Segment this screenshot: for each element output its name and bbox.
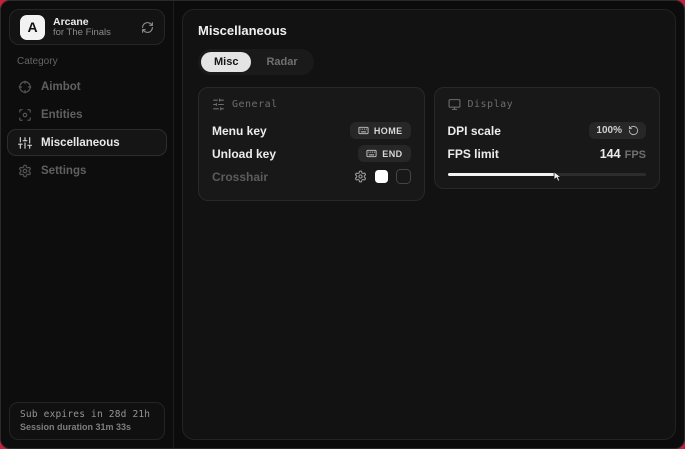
unload-key-value: END [382, 149, 402, 159]
unload-key-label: Unload key [212, 147, 276, 161]
sidebar-item-entities[interactable]: Entities [7, 101, 167, 128]
dpi-scale-value: 100% [596, 125, 622, 136]
display-card: Display DPI scale 100% [434, 87, 661, 189]
page-title: Miscellaneous [198, 23, 660, 38]
scan-eye-icon [18, 108, 32, 122]
card-title-general: General [232, 99, 278, 110]
menu-key-label: Menu key [212, 124, 267, 138]
menu-key-value: HOME [374, 126, 403, 136]
fps-limit-value: 144 [600, 147, 621, 161]
dpi-scale-label: DPI scale [448, 124, 501, 138]
app-window: A Arcane for The Finals Category [0, 0, 685, 449]
crosshair-label: Crosshair [212, 170, 268, 184]
unload-key-bind-button[interactable]: END [358, 145, 410, 162]
unload-key-row: Unload key END [212, 142, 411, 165]
gear-icon [18, 164, 32, 178]
sidebar-item-settings[interactable]: Settings [7, 157, 167, 184]
sliders-horizontal-icon [212, 98, 225, 111]
sidebar: A Arcane for The Finals Category [1, 1, 174, 448]
sidebar-item-miscellaneous[interactable]: Miscellaneous [7, 129, 167, 156]
cursor-icon [553, 169, 563, 187]
crosshair-row: Crosshair [212, 165, 411, 188]
sub-expiry-text: Sub expires in 28d 21h [20, 409, 154, 420]
app-subtitle: for The Finals [53, 28, 111, 39]
tab-radar[interactable]: Radar [253, 52, 310, 72]
sidebar-nav: Aimbot Entities [1, 69, 173, 184]
menu-key-bind-button[interactable]: HOME [350, 122, 411, 139]
keyboard-icon [358, 125, 369, 136]
fps-limit-slider[interactable] [448, 173, 647, 176]
fps-limit-row: FPS limit 144 FPS [448, 142, 647, 165]
category-label: Category [17, 56, 173, 67]
general-card: General Menu key HOME [198, 87, 425, 201]
sidebar-item-label: Entities [41, 109, 83, 121]
menu-key-row: Menu key HOME [212, 119, 411, 142]
dpi-scale-stepper[interactable]: 100% [589, 122, 646, 139]
sidebar-item-aimbot[interactable]: Aimbot [7, 73, 167, 100]
crosshair-icon [18, 80, 32, 94]
tab-misc[interactable]: Misc [201, 52, 251, 72]
sidebar-item-label: Settings [41, 165, 86, 177]
keyboard-icon [366, 148, 377, 159]
settings-cards-row: General Menu key HOME [198, 87, 660, 201]
subscription-status-card: Sub expires in 28d 21h Session duration … [9, 402, 165, 440]
monitor-icon [448, 98, 461, 111]
tab-bar: Misc Radar [198, 49, 314, 75]
dpi-scale-row: DPI scale 100% [448, 119, 647, 142]
slider-fill [448, 173, 555, 176]
crosshair-color-swatch[interactable] [375, 170, 388, 183]
app-header-card: A Arcane for The Finals [9, 9, 165, 45]
sidebar-item-label: Aimbot [41, 81, 81, 93]
fps-limit-label: FPS limit [448, 147, 499, 161]
fps-limit-unit: FPS [625, 149, 646, 161]
sliders-icon [18, 136, 32, 150]
refresh-icon[interactable] [141, 21, 154, 34]
crosshair-settings-icon[interactable] [354, 170, 367, 183]
app-title: Arcane [53, 16, 111, 28]
app-logo: A [20, 15, 45, 40]
main-panel: Miscellaneous Misc Radar General [182, 9, 676, 440]
crosshair-checkbox[interactable] [396, 169, 411, 184]
reset-icon[interactable] [628, 125, 639, 136]
sidebar-item-label: Miscellaneous [41, 137, 120, 149]
session-duration-text: Session duration 31m 33s [20, 422, 154, 432]
card-title-display: Display [468, 99, 514, 110]
